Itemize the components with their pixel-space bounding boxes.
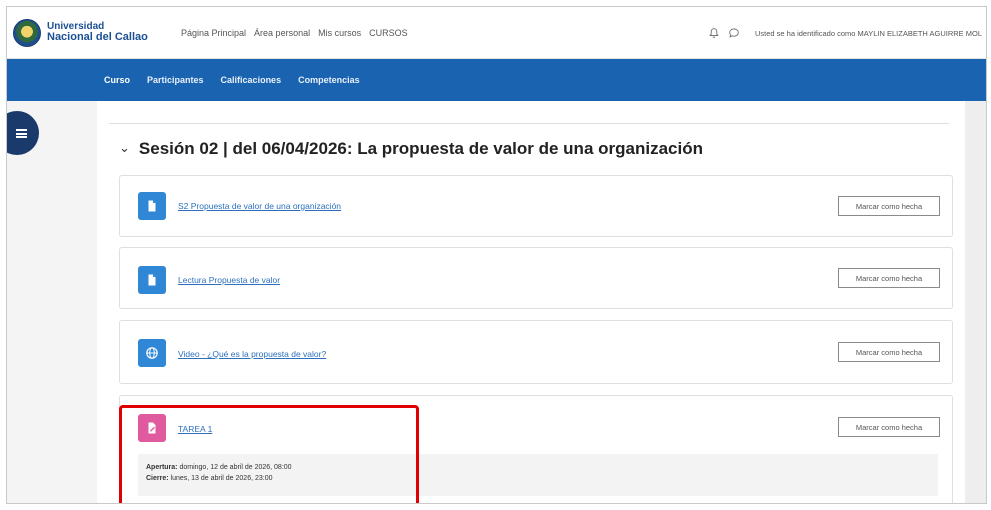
nav-home[interactable]: Página Principal xyxy=(181,28,246,38)
assignment-dates: Apertura: domingo, 12 de abril de 2026, … xyxy=(138,454,938,496)
activity-item: Video - ¿Qué es la propuesta de valor? M… xyxy=(119,320,953,384)
activity-item: Lectura Propuesta de valor Marcar como h… xyxy=(119,247,953,309)
tab-course[interactable]: Curso xyxy=(104,59,130,101)
course-index-drawer-toggle[interactable] xyxy=(7,111,39,155)
chat-icon[interactable] xyxy=(727,26,741,40)
mark-as-done-button[interactable]: Marcar como hecha xyxy=(838,342,940,362)
file-icon[interactable] xyxy=(138,192,166,220)
globe-icon[interactable] xyxy=(138,339,166,367)
mark-as-done-button[interactable]: Marcar como hecha xyxy=(838,417,940,437)
chevron-down-icon[interactable]: ⌄ xyxy=(119,140,130,156)
nav-courses[interactable]: CURSOS xyxy=(369,28,408,38)
closing-label: Cierre: xyxy=(146,475,169,482)
top-navbar: Universidad Nacional del Callao Página P… xyxy=(7,7,986,59)
opening-value: domingo, 12 de abril de 2026, 08:00 xyxy=(179,464,292,471)
tab-competencies[interactable]: Competencias xyxy=(298,59,360,101)
logged-in-user-text[interactable]: Usted se ha identificado como MAYLIN ELI… xyxy=(755,29,982,38)
nav-dashboard[interactable]: Área personal xyxy=(254,28,310,38)
activity-item: S2 Propuesta de valor de una organizació… xyxy=(119,175,953,237)
mark-as-done-button[interactable]: Marcar como hecha xyxy=(838,196,940,216)
menu-icon xyxy=(16,128,27,138)
user-menu-area: Usted se ha identificado como MAYLIN ELI… xyxy=(707,7,982,59)
assignment-activity-item: TAREA 1 Marcar como hecha Apertura: domi… xyxy=(119,395,953,503)
brand-name: Universidad Nacional del Callao xyxy=(47,22,148,43)
activity-link[interactable]: TAREA 1 xyxy=(178,424,212,434)
nav-my-courses[interactable]: Mis cursos xyxy=(318,28,361,38)
university-seal-icon xyxy=(13,18,41,47)
primary-navigation: Página Principal Área personal Mis curso… xyxy=(181,28,416,38)
course-content: ⌄ Sesión 02 | del 06/04/2026: La propuest… xyxy=(97,101,965,503)
divider xyxy=(109,123,949,124)
opening-label: Apertura: xyxy=(146,464,178,471)
closing-date: Cierre: lunes, 13 de abril de 2026, 23:0… xyxy=(146,473,930,484)
opening-date: Apertura: domingo, 12 de abril de 2026, … xyxy=(146,462,930,473)
mark-as-done-button[interactable]: Marcar como hecha xyxy=(838,268,940,288)
section-header[interactable]: ⌄ Sesión 02 | del 06/04/2026: La propuest… xyxy=(119,139,703,159)
tab-grades[interactable]: Calificaciones xyxy=(221,59,282,101)
activity-link[interactable]: Video - ¿Qué es la propuesta de valor? xyxy=(178,349,326,359)
activity-link[interactable]: Lectura Propuesta de valor xyxy=(178,275,280,285)
site-logo[interactable]: Universidad Nacional del Callao xyxy=(13,18,179,47)
assignment-icon[interactable] xyxy=(138,414,166,442)
file-icon[interactable] xyxy=(138,266,166,294)
course-secondary-navigation: Curso Participantes Calificaciones Compe… xyxy=(7,59,986,101)
closing-value: lunes, 13 de abril de 2026, 23:00 xyxy=(170,475,273,482)
activity-link[interactable]: S2 Propuesta de valor de una organizació… xyxy=(178,201,341,211)
browser-frame: Universidad Nacional del Callao Página P… xyxy=(6,6,987,504)
brand-line-2: Nacional del Callao xyxy=(47,31,148,43)
tab-participants[interactable]: Participantes xyxy=(147,59,204,101)
bell-icon[interactable] xyxy=(707,26,721,40)
section-title: Sesión 02 | del 06/04/2026: La propuesta… xyxy=(138,139,703,158)
